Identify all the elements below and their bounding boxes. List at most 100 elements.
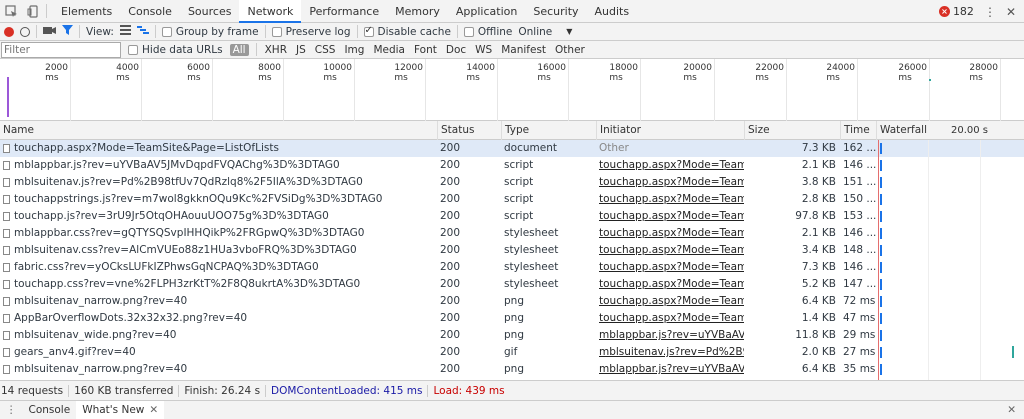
request-initiator-link[interactable]: touchapp.aspx?Mode=TeamSite... (596, 208, 744, 225)
table-row[interactable]: touchapp.js?rev=3rU9Jr5OtqOHAouuUOO75g%3… (0, 208, 1024, 225)
filter-type-all[interactable]: All (229, 43, 249, 56)
request-initiator-link[interactable]: touchapp.aspx?Mode=TeamSite... (596, 157, 744, 174)
capture-screenshots-icon[interactable] (43, 25, 56, 38)
hide-data-urls-checkbox[interactable]: Hide data URLs (128, 44, 223, 56)
request-initiator-link[interactable]: touchapp.aspx?Mode=TeamSite... (596, 310, 744, 327)
drawer-menu-icon[interactable]: ⋮ (0, 401, 23, 419)
more-menu-icon[interactable]: ⋮ (984, 5, 996, 19)
waterfall-bar[interactable] (880, 177, 882, 188)
close-tab-icon[interactable]: ✕ (149, 404, 158, 416)
record-icon[interactable] (4, 26, 14, 37)
close-drawer-icon[interactable]: ✕ (1007, 401, 1016, 419)
close-devtools-icon[interactable]: ✕ (1006, 5, 1016, 19)
filter-type-font[interactable]: Font (413, 44, 438, 56)
tab-security[interactable]: Security (525, 0, 586, 23)
clear-icon[interactable] (20, 26, 30, 37)
column-header-type[interactable]: Type (501, 121, 596, 140)
network-overview[interactable]: 2000 ms 4000 ms 6000 ms 8000 ms 10000 ms… (0, 59, 1024, 121)
filter-type-css[interactable]: CSS (314, 44, 337, 56)
table-row[interactable]: mblsuitenav_narrow.png?rev=40 200 png mb… (0, 361, 1024, 378)
overview-icon[interactable] (136, 25, 149, 38)
waterfall-bar[interactable] (880, 228, 882, 239)
request-initiator-link[interactable]: mblsuitenav.js?rev=Pd%2B98tfU... (596, 344, 744, 361)
request-initiator-link[interactable]: touchapp.aspx?Mode=TeamSite... (596, 259, 744, 276)
column-header-waterfall[interactable]: Waterfall (876, 121, 1024, 140)
filter-type-doc[interactable]: Doc (445, 44, 467, 56)
error-counter[interactable]: × 182 (938, 5, 974, 18)
request-name[interactable]: touchappstrings.js?rev=m7wol8gkknOQu9Kc%… (0, 191, 437, 208)
request-name[interactable]: touchapp.js?rev=3rU9Jr5OtqOHAouuUOO75g%3… (0, 208, 437, 225)
request-name[interactable]: mblsuitenav.js?rev=Pd%2B98tfUv7QdRzlq8%2… (0, 174, 437, 191)
column-header-time[interactable]: Time (840, 121, 876, 140)
table-row[interactable]: mblsuitenav.js?rev=Pd%2B98tfUv7QdRzlq8%2… (0, 174, 1024, 191)
request-name[interactable]: mblsuitenav.css?rev=AlCmVUEo88z1HUa3vboF… (0, 242, 437, 259)
filter-type-ws[interactable]: WS (474, 44, 493, 56)
waterfall-late-bar[interactable] (1012, 346, 1014, 358)
offline-checkbox[interactable]: Offline (463, 26, 512, 38)
column-header-initiator[interactable]: Initiator (596, 121, 744, 140)
request-name[interactable]: fabric.css?rev=yOCksLUFkIZPhwsGqNCPAQ%3D… (0, 259, 437, 276)
tab-sources[interactable]: Sources (180, 0, 240, 23)
filter-type-js[interactable]: JS (295, 44, 307, 56)
table-row[interactable]: touchapp.css?rev=vne%2FLPH3zrKtT%2F8Q8uk… (0, 276, 1024, 293)
table-row[interactable]: mblappbar.js?rev=uYVBaAV5JMvDqpdFVQAChg%… (0, 157, 1024, 174)
tab-network[interactable]: Network (239, 0, 302, 23)
request-name[interactable]: mblappbar.js?rev=uYVBaAV5JMvDqpdFVQAChg%… (0, 157, 437, 174)
table-row[interactable]: touchappstrings.js?rev=m7wol8gkknOQu9Kc%… (0, 191, 1024, 208)
filter-icon[interactable] (62, 25, 73, 38)
group-by-frame-checkbox[interactable]: Group by frame (161, 26, 259, 38)
request-initiator-link[interactable]: touchapp.aspx?Mode=TeamSite... (596, 191, 744, 208)
tab-memory[interactable]: Memory (387, 0, 448, 23)
waterfall-bar[interactable] (880, 194, 882, 205)
request-name[interactable]: AppBarOverflowDots.32x32x32.png?rev=40 (0, 310, 437, 327)
table-row[interactable]: mblsuitenav_wide.png?rev=40 200 png mbla… (0, 327, 1024, 344)
table-row[interactable]: touchapp.aspx?Mode=TeamSite&Page=ListOfL… (0, 140, 1024, 157)
request-initiator-link[interactable]: touchapp.aspx?Mode=TeamSite... (596, 293, 744, 310)
waterfall-bar[interactable] (880, 211, 882, 222)
table-row[interactable]: mblsuitenav_narrow.png?rev=40 200 png to… (0, 293, 1024, 310)
tab-performance[interactable]: Performance (301, 0, 387, 23)
request-name[interactable]: gears_anv4.gif?rev=40 (0, 344, 437, 361)
tab-audits[interactable]: Audits (587, 0, 638, 23)
filter-type-manifest[interactable]: Manifest (500, 44, 547, 56)
waterfall-bar[interactable] (880, 262, 882, 273)
waterfall-bar[interactable] (880, 330, 882, 341)
tab-application[interactable]: Application (448, 0, 525, 23)
column-header-status[interactable]: Status (437, 121, 501, 140)
table-row[interactable]: mblsuitenav.css?rev=AlCmVUEo88z1HUa3vboF… (0, 242, 1024, 259)
waterfall-bar[interactable] (880, 143, 882, 154)
filter-type-other[interactable]: Other (554, 44, 586, 56)
waterfall-bar[interactable] (880, 313, 882, 324)
table-row[interactable]: gears_anv4.gif?rev=40 200 gif mblsuitena… (0, 344, 1024, 361)
waterfall-bar[interactable] (880, 364, 882, 375)
preserve-log-checkbox[interactable]: Preserve log (271, 26, 351, 38)
waterfall-bar[interactable] (880, 347, 882, 358)
waterfall-bar[interactable] (880, 296, 882, 307)
request-initiator-link[interactable]: touchapp.aspx?Mode=TeamSite... (596, 276, 744, 293)
request-name[interactable]: touchapp.aspx?Mode=TeamSite&Page=ListOfL… (0, 140, 437, 157)
device-toolbar-icon[interactable] (22, 0, 44, 22)
column-header-size[interactable]: Size (744, 121, 840, 140)
waterfall-bar[interactable] (880, 245, 882, 256)
tab-elements[interactable]: Elements (53, 0, 120, 23)
throttling-select[interactable]: Online ▼ (518, 26, 572, 38)
filter-type-xhr[interactable]: XHR (264, 44, 288, 56)
large-rows-icon[interactable] (119, 25, 131, 38)
request-initiator-link[interactable]: mblappbar.js?rev=uYVBaAV5JMv... (596, 361, 744, 378)
request-initiator-link[interactable]: touchapp.aspx?Mode=TeamSite... (596, 174, 744, 191)
tab-console[interactable]: Console (120, 0, 180, 23)
filter-input[interactable] (1, 41, 121, 58)
request-name[interactable]: mblappbar.css?rev=gQTYSQSvpIHHQikP%2FRGp… (0, 225, 437, 242)
inspect-element-icon[interactable] (0, 0, 22, 22)
waterfall-bar[interactable] (880, 160, 882, 171)
request-name[interactable]: mblsuitenav_narrow.png?rev=40 (0, 361, 437, 378)
table-row[interactable]: mblappbar.css?rev=gQTYSQSvpIHHQikP%2FRGp… (0, 225, 1024, 242)
request-initiator-link[interactable]: touchapp.aspx?Mode=TeamSite... (596, 242, 744, 259)
request-initiator-link[interactable]: touchapp.aspx?Mode=TeamSite... (596, 225, 744, 242)
drawer-tab-console[interactable]: Console (23, 401, 77, 419)
drawer-tab-whats-new[interactable]: What's New ✕ (76, 400, 165, 419)
filter-type-media[interactable]: Media (372, 44, 406, 56)
disable-cache-checkbox[interactable]: Disable cache (363, 25, 451, 38)
column-header-name[interactable]: Name (0, 121, 437, 140)
table-row[interactable]: fabric.css?rev=yOCksLUFkIZPhwsGqNCPAQ%3D… (0, 259, 1024, 276)
